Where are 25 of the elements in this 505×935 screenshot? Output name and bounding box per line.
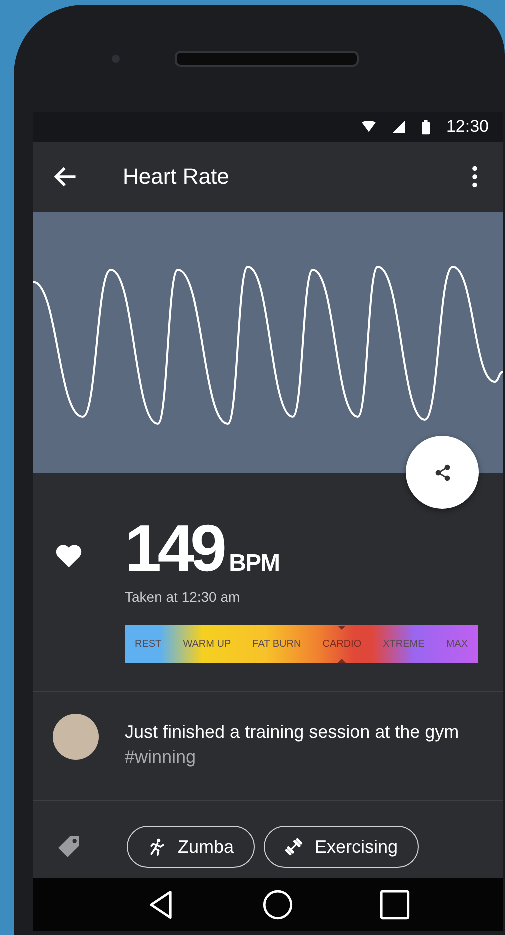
running-person-icon	[148, 838, 166, 856]
tag-chip[interactable]: Zumba	[127, 826, 256, 868]
zone-label: WARM UP	[183, 638, 232, 650]
screen-title: Heart Rate	[123, 164, 230, 190]
zone-label: REST	[135, 638, 162, 650]
bpm-unit: BPM	[229, 550, 280, 578]
battery-icon	[422, 120, 430, 134]
share-icon	[434, 464, 452, 482]
bpm-value: 149	[125, 513, 224, 583]
zone-label: FAT BURN	[252, 638, 302, 650]
more-menu-icon[interactable]	[472, 166, 478, 188]
recents-icon[interactable]	[380, 890, 410, 920]
heart-icon	[55, 543, 83, 569]
post-text: Just finished a training session at the gym #winning	[125, 721, 460, 769]
hashtag-link[interactable]: #winning	[125, 747, 196, 767]
dumbbell-icon	[285, 838, 304, 856]
zone-label: CARDIO	[322, 626, 362, 662]
wifi-icon	[362, 121, 376, 133]
zone-label: MAX	[446, 638, 468, 650]
tag-chip[interactable]: Exercising	[264, 826, 420, 868]
status-time: 12:30	[446, 117, 489, 137]
timestamp: Taken at 12:30 am	[125, 589, 242, 605]
home-icon[interactable]	[262, 890, 293, 920]
avatar	[53, 714, 99, 760]
signal-icon	[392, 121, 406, 133]
